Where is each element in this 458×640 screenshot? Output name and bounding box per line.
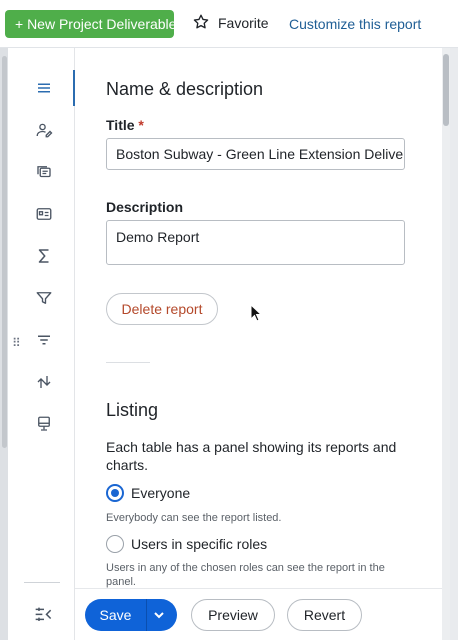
left-scrollbar[interactable] xyxy=(0,48,8,640)
kiosk-icon[interactable] xyxy=(34,414,54,434)
drag-handle-icon[interactable]: ⠿ xyxy=(12,337,22,349)
radio-specific-roles-label[interactable]: Users in specific roles xyxy=(131,536,267,552)
listing-intro: Each table has a panel showing its repor… xyxy=(106,439,397,473)
customize-report-link[interactable]: Customize this report xyxy=(289,16,421,32)
radio-everyone-hint: Everybody can see the report listed. xyxy=(106,512,282,524)
title-label: Title * xyxy=(106,117,144,133)
radio-specific-roles-hint: Users in any of the chosen roles can see… xyxy=(106,562,385,588)
active-indicator xyxy=(73,70,75,106)
report-settings-panel: ⠿ Name & description Title * Boston Subw… xyxy=(8,48,450,640)
gallery-icon[interactable] xyxy=(34,162,54,182)
delete-report-button[interactable]: Delete report xyxy=(106,293,218,325)
favorite-button[interactable]: Favorite xyxy=(192,12,269,34)
radio-everyone-label[interactable]: Everyone xyxy=(131,485,190,501)
description-textarea[interactable]: Demo Report xyxy=(106,220,405,265)
section-title-name-description: Name & description xyxy=(106,79,264,99)
save-button[interactable]: Save xyxy=(85,599,146,631)
preview-button[interactable]: Preview xyxy=(191,599,275,631)
left-scrollbar-thumb[interactable] xyxy=(2,56,7,448)
top-toolbar: + New Project Deliverable Favorite Custo… xyxy=(0,0,458,48)
save-split-button[interactable]: Save xyxy=(85,599,177,631)
star-icon xyxy=(192,13,210,34)
sigma-icon[interactable] xyxy=(34,246,54,266)
settings-content: Name & description Title * Boston Subway… xyxy=(106,48,436,588)
title-input[interactable]: Boston Subway - Green Line Extension Del… xyxy=(106,138,405,170)
section-title-listing: Listing xyxy=(106,400,159,420)
menu-lines-icon[interactable] xyxy=(34,78,54,98)
favorite-label: Favorite xyxy=(218,15,269,31)
content-scrollbar[interactable] xyxy=(442,48,450,640)
revert-button[interactable]: Revert xyxy=(287,599,362,631)
collapse-sidebar-icon[interactable] xyxy=(34,606,54,622)
sidenav-divider xyxy=(24,582,60,583)
user-edit-icon[interactable] xyxy=(34,120,54,140)
sort-arrows-icon[interactable] xyxy=(34,372,54,392)
title-label-text: Title xyxy=(106,117,135,133)
new-project-deliverable-button[interactable]: + New Project Deliverable xyxy=(5,10,176,38)
radio-everyone[interactable] xyxy=(106,484,124,502)
required-mark: * xyxy=(138,117,144,133)
action-bar: Save Preview Revert xyxy=(75,588,442,640)
description-label: Description xyxy=(106,199,184,215)
section-divider xyxy=(106,362,150,363)
content-scrollbar-thumb[interactable] xyxy=(443,54,449,126)
mouse-cursor-icon xyxy=(250,303,263,322)
id-card-icon[interactable] xyxy=(34,204,54,224)
sort-lines-icon[interactable] xyxy=(34,330,54,350)
save-split-separator xyxy=(146,599,147,631)
radio-specific-roles[interactable] xyxy=(106,535,124,553)
chevron-down-icon[interactable] xyxy=(151,607,167,623)
filter-icon[interactable] xyxy=(34,288,54,308)
